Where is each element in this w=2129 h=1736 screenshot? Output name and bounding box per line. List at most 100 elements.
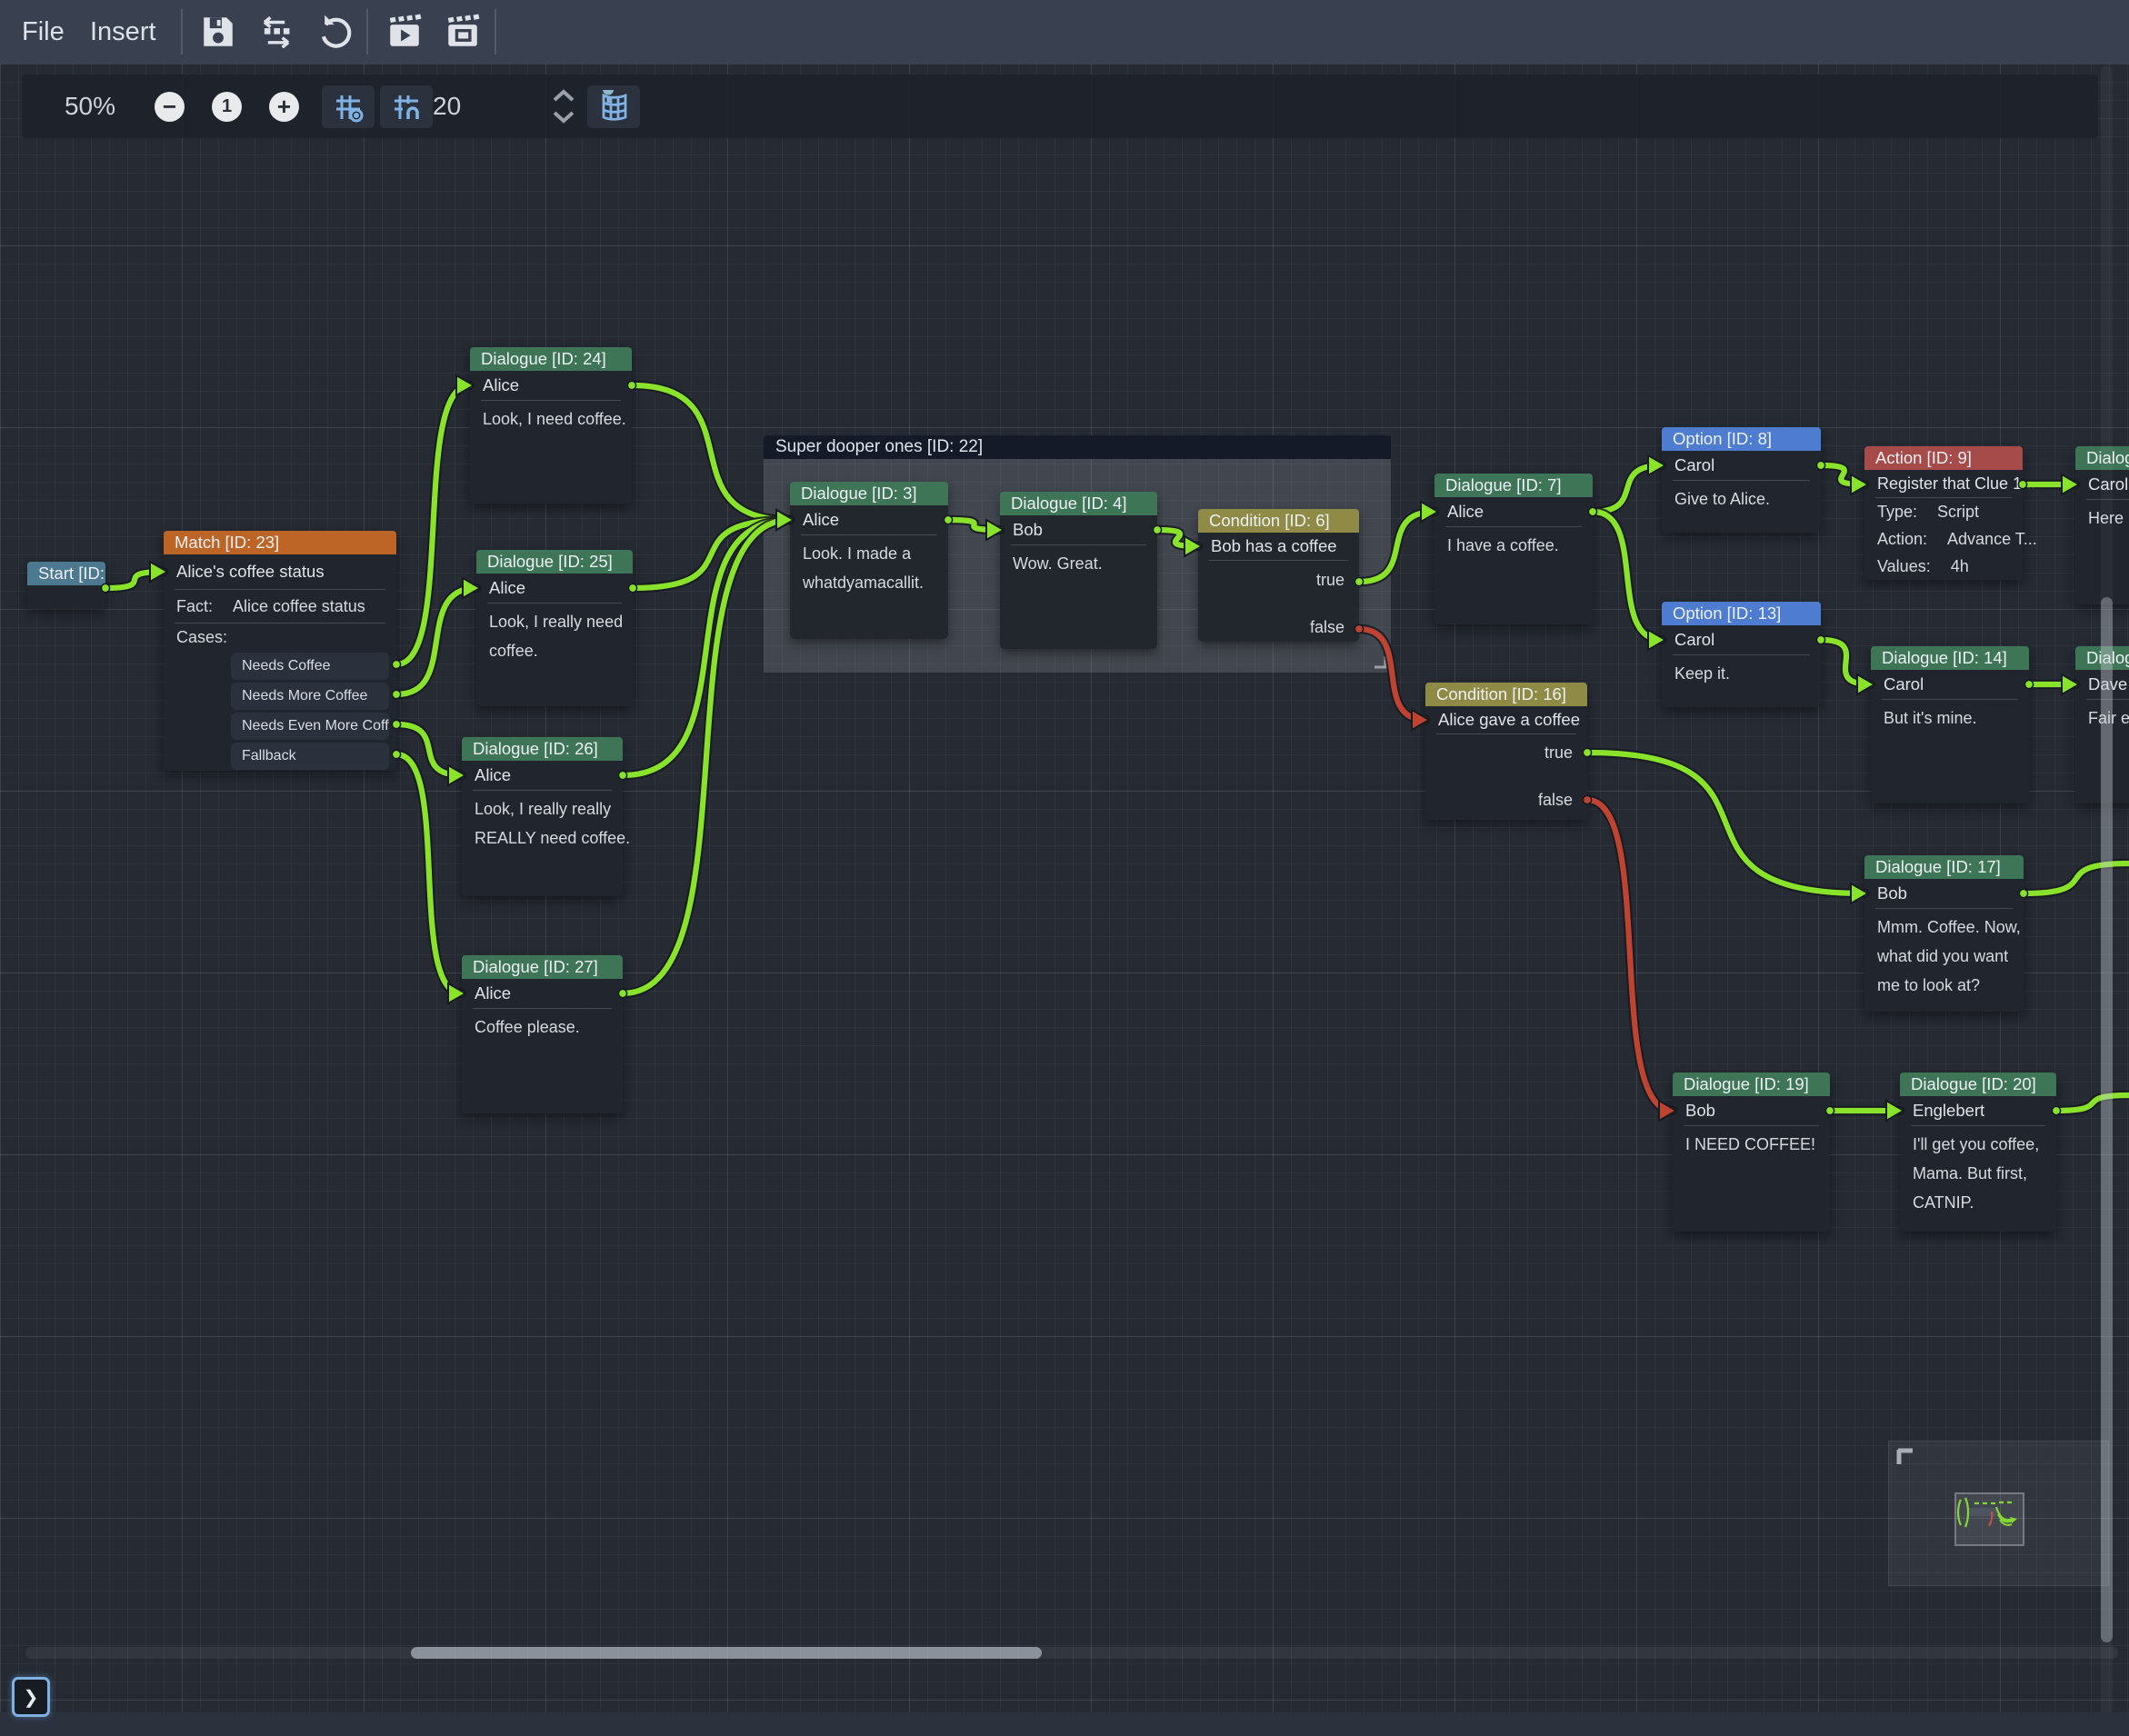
- speaker-name: Bob: [1673, 1096, 1830, 1125]
- node-header[interactable]: Dialogue [ID: 17]: [1864, 855, 2024, 879]
- zoom-level-label: 50%: [49, 75, 131, 138]
- horizontal-scrollbar-thumb[interactable]: [411, 1647, 1042, 1659]
- frame-title[interactable]: Super dooper ones [ID: 22]: [764, 435, 1391, 459]
- match-case: Fallback: [231, 743, 389, 770]
- graph-node-dialogue[interactable]: Dialogue [ID: 20]Englebert I'll get you c…: [1900, 1073, 2056, 1232]
- graph-node-match[interactable]: Match [ID: 23]Alice's coffee statusFact:…: [164, 531, 396, 771]
- speaker-name: Carol: [1871, 670, 2029, 699]
- graph-node-dialogue[interactable]: Dialogue [ID: 25]Alice Look, I really nee…: [476, 550, 633, 706]
- node-header[interactable]: Dialogue [ID: 27]: [462, 955, 623, 979]
- match-case: Needs Even More Coffee: [231, 713, 389, 740]
- dialogue-text-line: But it's mine.: [1871, 707, 2029, 729]
- undo-icon[interactable]: [316, 13, 355, 51]
- graph-node-dialogue[interactable]: Dialogue [ID: 27]AliceCoffee please.: [462, 955, 623, 1113]
- speaker-name: Carol: [1662, 451, 1821, 480]
- menu-file[interactable]: File: [9, 0, 77, 64]
- match-case: Needs Coffee: [231, 653, 389, 680]
- zoom-in-button[interactable]: +: [269, 92, 299, 122]
- dialogue-text-line: REALLY need coffee.: [462, 827, 623, 849]
- snap-value-input[interactable]: 20: [433, 75, 533, 138]
- graph-node-dialogue[interactable]: Dialogue [ID: 3]Alice Look. I made a whatd…: [790, 482, 948, 639]
- graph-canvas[interactable]: 50% − 1 + 20: [0, 64, 2129, 1712]
- node-header[interactable]: Dialogue [ID: 14]: [1871, 646, 2029, 670]
- condition-expression: Bob has a coffee: [1198, 533, 1359, 560]
- action-name: Register that Clue 1...: [1864, 470, 2023, 497]
- node-header[interactable]: Start [ID: 1]: [27, 562, 105, 585]
- speaker-name: Alice: [476, 574, 633, 603]
- node-header[interactable]: Option [ID: 8]: [1662, 427, 1821, 451]
- menu-bar: File Insert: [0, 0, 2129, 64]
- graph-node-option[interactable]: Option [ID: 13]Carol Keep it.: [1662, 602, 1821, 707]
- run-dialogue-icon[interactable]: [385, 13, 424, 51]
- snap-grid-icon[interactable]: [380, 85, 433, 128]
- frame-resize-handle[interactable]: [1373, 654, 1387, 669]
- match-case: Needs More Coffee: [231, 683, 389, 710]
- expand-panel-button[interactable]: ❯: [12, 1677, 50, 1717]
- zoom-reset-button[interactable]: 1: [212, 92, 242, 122]
- dialogue-text-line: Give to Alice.: [1662, 488, 1821, 510]
- node-header[interactable]: Dialogue [ID: 7]: [1434, 474, 1593, 497]
- graph-node-dialogue[interactable]: Dialogue [ID: 26]AliceLook, I really rea…: [462, 737, 623, 896]
- dialogue-text-line: CATNIP.: [1900, 1192, 2056, 1213]
- true-output-label: true: [1425, 741, 1587, 764]
- node-header[interactable]: Dialogue [ID: 25]: [476, 550, 633, 574]
- run-scene-icon[interactable]: [444, 13, 482, 51]
- node-header[interactable]: Option [ID: 13]: [1662, 602, 1821, 625]
- speaker-name: Alice: [462, 979, 623, 1008]
- node-header[interactable]: Dialogue [ID: 20]: [1900, 1073, 2056, 1096]
- node-header[interactable]: Action [ID: 9]: [1864, 446, 2023, 470]
- show-grid-icon[interactable]: [322, 85, 375, 128]
- graph-node-dialogue[interactable]: Dialogue [ID: 24]AliceLook, I need coffe…: [470, 347, 632, 504]
- action-property: Type:Script: [1864, 498, 2023, 525]
- graph-node-condition[interactable]: Condition [ID: 6]Bob has a coffee true fal…: [1198, 509, 1359, 642]
- dialogue-text-line: I NEED COFFEE!: [1673, 1133, 1830, 1155]
- speaker-name: Alice: [790, 505, 948, 534]
- graph-node-dialogue[interactable]: Dialogue [ID: 17]BobMmm. Coffee. Now,wha…: [1864, 855, 2024, 1012]
- action-property: Values:4h: [1864, 553, 2023, 580]
- dialogue-text-line: what did you want: [1864, 945, 2024, 967]
- graph-node-action[interactable]: Action [ID: 9]Register that Clue 1...Typ…: [1864, 446, 2023, 580]
- false-output-label: false: [1198, 615, 1359, 639]
- graph-node-option[interactable]: Option [ID: 8]Carol Give to Alice.: [1662, 427, 1821, 533]
- menu-insert[interactable]: Insert: [77, 0, 169, 64]
- save-icon[interactable]: [199, 13, 237, 51]
- menu-separator: [495, 9, 496, 55]
- node-header[interactable]: Dialogue [ID: 24]: [470, 347, 632, 371]
- node-header[interactable]: Dialogue [ID: 3]: [790, 482, 948, 505]
- dialogue-text-line: Mama. But first,: [1900, 1162, 2056, 1184]
- speaker-name: Alice: [1434, 497, 1593, 526]
- zoom-toolbar: 50% − 1 + 20: [22, 75, 2098, 138]
- dialogue-graph-editor: File Insert 50%: [0, 0, 2129, 1736]
- minimap-viewport[interactable]: [1954, 1492, 2024, 1546]
- node-header[interactable]: Condition [ID: 6]: [1198, 509, 1359, 533]
- dialogue-text-line: Look, I really need: [476, 611, 633, 633]
- speaker-name: Carol: [1662, 625, 1821, 654]
- speaker-name: Bob: [1000, 515, 1157, 544]
- graph-node-dialogue[interactable]: Dialogue [ID: 7]Alice I have a coffee.: [1434, 474, 1593, 624]
- graph-node-dialogue[interactable]: Dialogue [ID: 19]Bob I NEED COFFEE!: [1673, 1073, 1830, 1232]
- node-header[interactable]: Condition [ID: 16]: [1425, 683, 1587, 706]
- node-header[interactable]: Dialogue [ID: 4]: [1000, 492, 1157, 515]
- graph-node-dialogue[interactable]: Dialogue [ID: 14]Carol But it's mine.: [1871, 646, 2029, 803]
- node-header[interactable]: Match [ID: 23]: [164, 531, 396, 554]
- dialogue-text-line: Look. I made a: [790, 543, 948, 564]
- minimap-icon[interactable]: [587, 85, 640, 128]
- translate-swap-icon[interactable]: [257, 13, 295, 51]
- dialogue-text-line: I'll get you coffee,: [1900, 1133, 2056, 1155]
- dialogue-text-line: I have a coffee.: [1434, 534, 1593, 556]
- graph-node-start[interactable]: Start [ID: 1]: [27, 562, 105, 609]
- snap-spinner[interactable]: [547, 84, 580, 129]
- graph-node-condition[interactable]: Condition [ID: 16]Alice gave a coffeetru…: [1425, 683, 1587, 820]
- menu-separator: [181, 9, 183, 55]
- minimap-panel[interactable]: [1888, 1441, 2109, 1586]
- node-header[interactable]: Dialogue [ID: 19]: [1673, 1073, 1830, 1096]
- status-bar: [0, 1712, 2129, 1736]
- node-header[interactable]: Dialogue [ID: 26]: [462, 737, 623, 761]
- dialogue-text-line: Keep it.: [1662, 663, 1821, 684]
- true-output-label: true: [1198, 568, 1359, 592]
- speaker-name: Englebert: [1900, 1096, 2056, 1125]
- zoom-out-button[interactable]: −: [155, 92, 185, 122]
- dialogue-text-line: whatdyamacallit.: [790, 572, 948, 594]
- graph-node-dialogue[interactable]: Dialogue [ID: 4]BobWow. Great.: [1000, 492, 1157, 649]
- menu-separator: [366, 9, 368, 55]
